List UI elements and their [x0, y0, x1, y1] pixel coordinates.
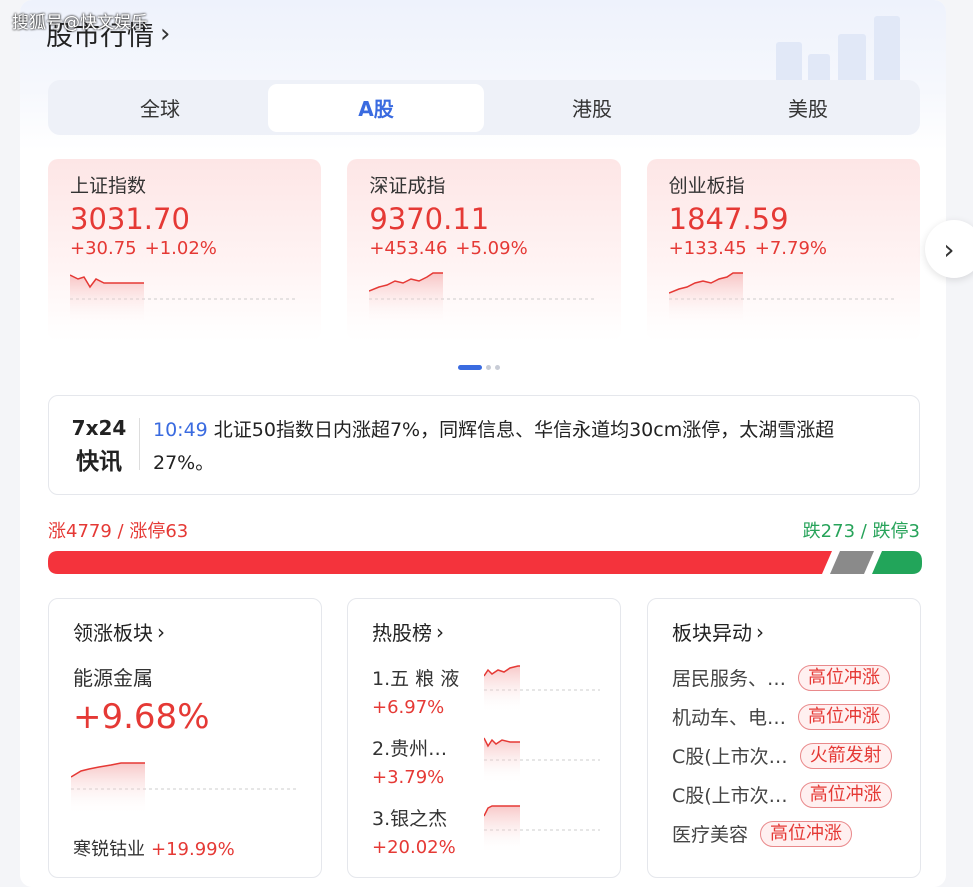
- sector-move-badge: 高位冲涨: [798, 703, 891, 730]
- chevron-right-icon: ›: [160, 18, 171, 49]
- tab-a-share[interactable]: A股: [268, 83, 484, 132]
- sector-move-badge: 高位冲涨: [798, 664, 891, 691]
- breadth-bar-down: [872, 551, 922, 574]
- sector-move-name: 医疗美容: [672, 824, 749, 846]
- advancers-label: 涨4779 / 涨停63: [48, 521, 189, 542]
- hot-stock-sparkline: [484, 737, 600, 784]
- building-decoration: [766, 0, 926, 80]
- carousel-dots: [458, 365, 500, 370]
- market-tabs: 全球 A股 港股 美股: [48, 80, 920, 135]
- breadth-bar-flat: [830, 551, 874, 574]
- index-change: +30.75 +1.02%: [70, 238, 299, 259]
- index-change-pct: +1.02%: [144, 238, 217, 259]
- hot-stock-sparkline: [484, 665, 600, 714]
- sector-move-name: C股(上市次…: [672, 785, 788, 807]
- panel-title[interactable]: 板块异动 ›: [672, 617, 896, 646]
- news-tag-line1: 7x24: [71, 416, 127, 440]
- sector-moves-panel[interactable]: 板块异动 › 居民服务、… 高位冲涨 机动车、电… 高位冲涨 C股(上市次… 火…: [647, 598, 921, 878]
- index-name: 创业板指: [668, 175, 745, 197]
- index-change-pct: +5.09%: [455, 238, 528, 259]
- hot-stocks-panel[interactable]: 热股榜 › 1.五 粮 液 +6.97% 2.贵州… +3.79% 3.银之杰 …: [347, 598, 621, 878]
- index-sparkline: [70, 274, 298, 325]
- index-card-shenzhen[interactable]: 深证成指 9370.11 +453.46 +5.09%: [347, 159, 621, 341]
- index-carousel: 上证指数 3031.70 +30.75 +1.02% 深证成指 9370.11 +…: [48, 159, 920, 341]
- decliners-label: 跌273 / 跌停3: [802, 521, 920, 542]
- panel-title-text: 板块异动: [672, 621, 752, 645]
- sector-move-item[interactable]: 医疗美容 高位冲涨: [672, 814, 896, 853]
- leading-stock-pct: +19.99%: [151, 839, 235, 860]
- leading-sector-panel[interactable]: 领涨板块 › 能源金属 +9.68% 寒锐钴业 +19.99%: [48, 598, 322, 878]
- news-flash[interactable]: 7x24 快讯 10:49 北证50指数日内涨超7%，同辉信息、华信永道均30cm…: [48, 395, 920, 495]
- market-breadth-labels: 涨4779 / 涨停63 跌273 / 跌停3: [48, 517, 920, 543]
- chevron-right-icon: ›: [157, 619, 165, 644]
- index-change: +453.46 +5.09%: [369, 238, 598, 259]
- index-change: +133.45 +7.79%: [669, 238, 898, 259]
- panel-title[interactable]: 领涨板块 ›: [73, 617, 297, 646]
- chevron-right-icon: ›: [943, 232, 955, 266]
- index-change-pct: +7.79%: [754, 238, 827, 259]
- carousel-dot[interactable]: [486, 365, 491, 370]
- chevron-right-icon: ›: [756, 619, 764, 644]
- index-value: 3031.70: [70, 202, 190, 236]
- news-flash-tag: 7x24 快讯: [71, 416, 127, 476]
- sector-sparkline: [71, 762, 299, 815]
- sector-move-item[interactable]: C股(上市次… 高位冲涨: [672, 775, 896, 814]
- hot-stock-item[interactable]: 2.贵州… +3.79%: [372, 734, 600, 804]
- market-card: 股市行情 › 全球 A股 港股 美股 上证指数 3031.70 +30.75 +1…: [20, 0, 946, 887]
- panel-title[interactable]: 热股榜 ›: [372, 617, 596, 646]
- index-change-points: +133.45: [668, 238, 747, 259]
- news-tag-line2: 快讯: [76, 449, 122, 475]
- leading-stock-name: 寒锐钴业: [73, 839, 145, 860]
- panel-title-text: 领涨板块: [73, 621, 153, 645]
- index-sparkline: [369, 272, 598, 325]
- news-time: 10:49: [153, 419, 208, 441]
- index-card-shanghai[interactable]: 上证指数 3031.70 +30.75 +1.02%: [48, 159, 322, 341]
- chevron-right-icon: ›: [436, 619, 444, 644]
- carousel-dot[interactable]: [495, 365, 500, 370]
- sector-move-item[interactable]: 机动车、电… 高位冲涨: [672, 697, 896, 736]
- index-value: 1847.59: [668, 202, 789, 236]
- sector-move-item[interactable]: 居民服务、… 高位冲涨: [672, 658, 896, 697]
- panel-title-text: 热股榜: [372, 621, 432, 645]
- sector-move-badge: 高位冲涨: [799, 781, 892, 808]
- news-text: 北证50指数日内涨超7%，同辉信息、华信永道均30cm涨停，太湖雪涨超27%。: [153, 419, 835, 474]
- market-breadth-bar: [48, 551, 922, 574]
- hot-stock-sparkline: [484, 805, 600, 854]
- sector-move-badge: 火箭发射: [799, 742, 892, 769]
- index-card-chinext[interactable]: 创业板指 1847.59 +133.45 +7.79%: [646, 159, 920, 341]
- tab-global[interactable]: 全球: [52, 84, 268, 132]
- index-name: 上证指数: [70, 175, 147, 197]
- leading-stock[interactable]: 寒锐钴业 +19.99%: [73, 835, 235, 861]
- divider: [139, 418, 140, 470]
- leading-sector-name: 能源金属: [73, 666, 153, 690]
- sector-move-item[interactable]: C股(上市次… 火箭发射: [672, 736, 896, 775]
- sector-move-name: 机动车、电…: [672, 707, 787, 729]
- index-name: 深证成指: [369, 175, 446, 197]
- breadth-bar-up: [48, 551, 832, 574]
- watermark: 搜狐号@快文娱乐: [12, 13, 148, 33]
- index-change-points: +30.75: [70, 238, 137, 259]
- index-value: 9370.11: [369, 202, 490, 236]
- tab-us-share[interactable]: 美股: [700, 84, 916, 132]
- carousel-dot-active[interactable]: [458, 365, 482, 370]
- sector-move-badge: 高位冲涨: [760, 820, 853, 847]
- tab-hk-share[interactable]: 港股: [484, 84, 700, 132]
- news-content: 10:49 北证50指数日内涨超7%，同辉信息、华信永道均30cm涨停，太湖雪涨超…: [153, 414, 883, 480]
- sector-move-name: 居民服务、…: [672, 668, 787, 690]
- index-change-points: +453.46: [369, 238, 448, 259]
- leading-sector-pct: +9.68%: [73, 697, 210, 737]
- hot-stock-item[interactable]: 3.银之杰 +20.02%: [372, 804, 600, 874]
- hot-stock-item[interactable]: 1.五 粮 液 +6.97%: [372, 664, 600, 734]
- sector-move-name: C股(上市次…: [672, 746, 788, 768]
- index-sparkline: [668, 272, 897, 325]
